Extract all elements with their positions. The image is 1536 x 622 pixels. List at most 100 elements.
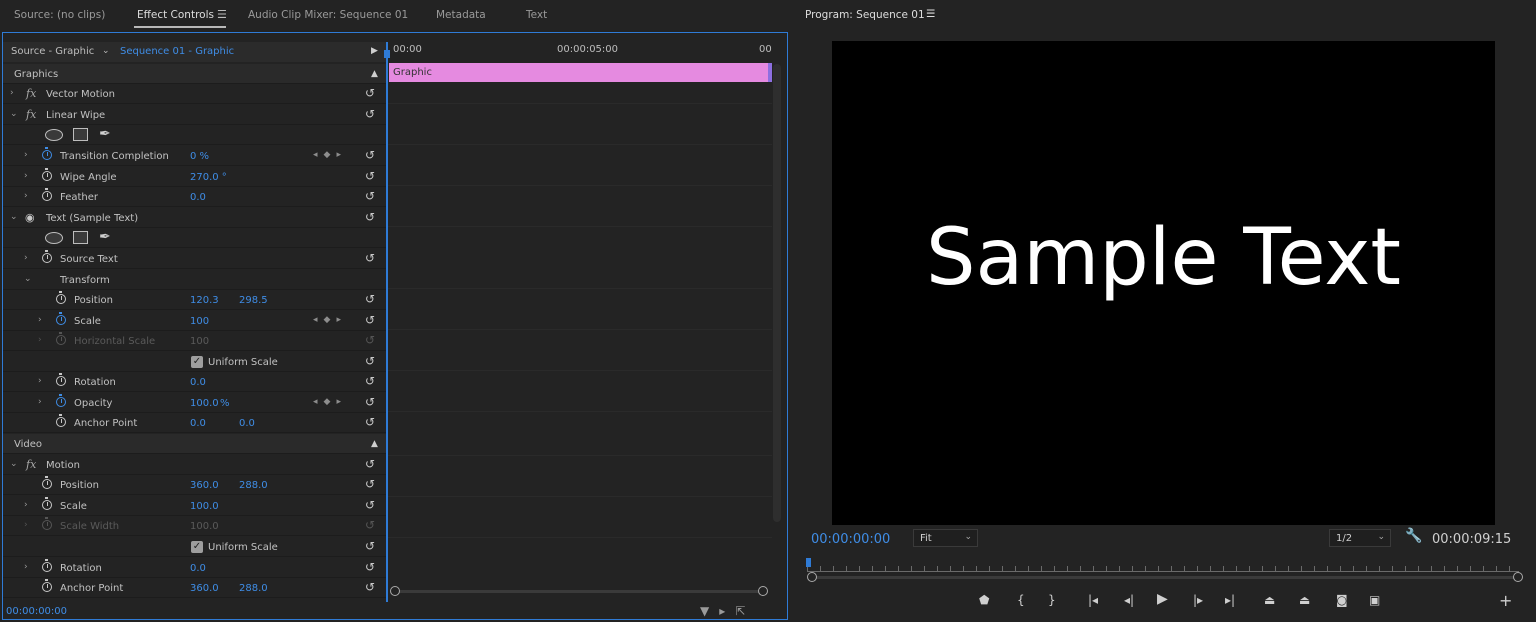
rectangle-mask-icon[interactable] [73,128,88,141]
sample-text-overlay[interactable]: Sample Text [832,213,1495,303]
zoom-handle-right[interactable] [758,586,768,596]
position-y-value[interactable]: 288.0 [239,480,268,491]
reset-icon[interactable]: ↺ [365,313,375,327]
reset-icon[interactable]: ↺ [365,210,375,224]
twirl-down-icon[interactable]: ⌄ [10,459,18,469]
reset-icon[interactable]: ↺ [365,86,375,100]
property-value[interactable]: 0 % [190,151,209,162]
video-preview[interactable]: Sample Text [832,41,1495,525]
camera-icon[interactable]: ◙ [1336,593,1348,607]
vertical-scrollbar[interactable] [773,64,781,522]
reset-icon[interactable]: ↺ [365,189,375,203]
tab-audio-clip-mixer[interactable]: Audio Clip Mixer: Sequence 01 [248,9,408,21]
lift-icon[interactable]: ⏏ [1264,593,1275,607]
uniform-scale-checkbox[interactable]: ✓ [191,356,203,368]
twirl-down-icon[interactable]: ⌄ [10,109,18,119]
mark-out-icon[interactable]: } [1048,593,1056,607]
twirl-right-icon[interactable]: › [24,253,28,263]
step-back-icon[interactable]: ◂| [1124,593,1134,607]
zoom-scroll-bar[interactable] [811,576,1515,579]
zoom-handle-left[interactable] [390,586,400,596]
zoom-handle-right[interactable] [1513,572,1523,582]
keyframe-navigator[interactable]: ◂◆▸ [313,315,347,325]
program-monitor-title[interactable]: Program: Sequence 01 [805,9,925,21]
stopwatch-icon[interactable] [42,497,52,510]
position-y-value[interactable]: 298.5 [239,295,268,306]
anchor-y-value[interactable]: 288.0 [239,583,268,594]
resolution-select[interactable]: 1/2 ⌄ [1329,529,1391,547]
twirl-right-icon[interactable]: › [38,397,42,407]
reset-icon[interactable]: ↺ [365,560,375,574]
twirl-right-icon[interactable]: › [24,171,28,181]
reset-icon[interactable]: ↺ [365,251,375,265]
stopwatch-icon[interactable] [56,373,66,386]
twirl-right-icon[interactable]: › [10,88,14,98]
stopwatch-icon[interactable] [42,559,52,572]
reset-icon[interactable]: ↺ [365,415,375,429]
uniform-scale-checkbox[interactable]: ✓ [191,541,203,553]
reset-icon[interactable]: ↺ [365,395,375,409]
reset-icon[interactable]: ↺ [365,148,375,162]
play-audio-icon[interactable]: ▸ [719,604,735,618]
reset-icon[interactable]: ↺ [365,498,375,512]
ellipse-mask-icon[interactable] [45,232,63,244]
stopwatch-icon[interactable] [42,188,52,201]
reset-icon[interactable]: ↺ [365,580,375,594]
go-to-in-icon[interactable]: |◂ [1088,593,1098,607]
go-to-out-icon[interactable]: ▸| [1225,593,1235,607]
current-time-display[interactable]: 00:00:00:00 [6,606,67,617]
property-value[interactable]: 100 [190,316,209,327]
export-icon[interactable]: ⇱ [735,604,755,618]
horizontal-zoom-bar[interactable] [390,586,768,596]
property-value[interactable]: 270.0 ° [190,172,227,183]
graphic-clip[interactable]: Graphic [389,63,772,82]
position-x-value[interactable]: 360.0 [190,480,219,491]
twirl-right-icon[interactable]: › [24,562,28,572]
stopwatch-icon[interactable] [42,579,52,592]
stopwatch-icon[interactable] [56,291,66,304]
twirl-right-icon[interactable]: › [24,191,28,201]
reset-icon[interactable]: ↺ [365,292,375,306]
property-value[interactable]: 0.0 [190,563,206,574]
property-value[interactable]: 0.0 [190,377,206,388]
mark-in-icon[interactable]: { [1017,593,1025,607]
fx-icon[interactable]: fx [26,458,36,471]
effect-controls-timeline[interactable]: 00:00 00:00:05:00 00 Graphic [384,42,786,602]
fx-icon[interactable]: fx [26,108,36,121]
tab-effect-controls[interactable]: Effect Controls [137,9,214,21]
twirl-right-icon[interactable]: › [38,376,42,386]
twirl-right-icon[interactable]: › [24,150,28,160]
play-icon[interactable]: ▶ [1157,591,1168,607]
add-button-icon[interactable]: + [1499,591,1512,610]
ellipse-mask-icon[interactable] [45,129,63,141]
anchor-x-value[interactable]: 360.0 [190,583,219,594]
fx-icon[interactable]: fx [26,87,36,100]
position-x-value[interactable]: 120.3 [190,295,219,306]
reset-icon[interactable]: ↺ [365,354,375,368]
rectangle-mask-icon[interactable] [73,231,88,244]
source-clip-tab[interactable]: Source - Graphic [11,46,94,57]
twirl-down-icon[interactable]: ⌄ [10,212,18,222]
sequence-clip-tab[interactable]: Sequence 01 - Graphic [120,46,234,57]
stopwatch-icon[interactable] [42,250,52,263]
zoom-level-select[interactable]: Fit ⌄ [913,529,978,547]
step-forward-icon[interactable]: |▸ [1193,593,1203,607]
reset-icon[interactable]: ↺ [365,477,375,491]
twirl-right-icon[interactable]: › [24,500,28,510]
stopwatch-icon[interactable] [56,414,66,427]
tab-source[interactable]: Source: (no clips) [14,9,105,21]
reset-icon[interactable]: ↺ [365,539,375,553]
anchor-x-value[interactable]: 0.0 [190,418,206,429]
reset-icon[interactable]: ↺ [365,374,375,388]
time-ruler[interactable] [807,558,1519,572]
keyframe-navigator[interactable]: ◂◆▸ [313,397,347,407]
collapse-icon[interactable]: ▲ [371,439,378,449]
stopwatch-icon[interactable] [42,168,52,181]
property-value[interactable]: 100.0 [190,398,219,409]
extract-icon[interactable]: ⏏ [1299,593,1310,607]
panel-menu-icon[interactable]: ☰ [926,8,935,20]
stopwatch-icon[interactable] [56,312,66,325]
stopwatch-icon[interactable] [42,476,52,489]
property-value[interactable]: 100.0 [190,501,219,512]
playhead[interactable] [806,558,811,567]
